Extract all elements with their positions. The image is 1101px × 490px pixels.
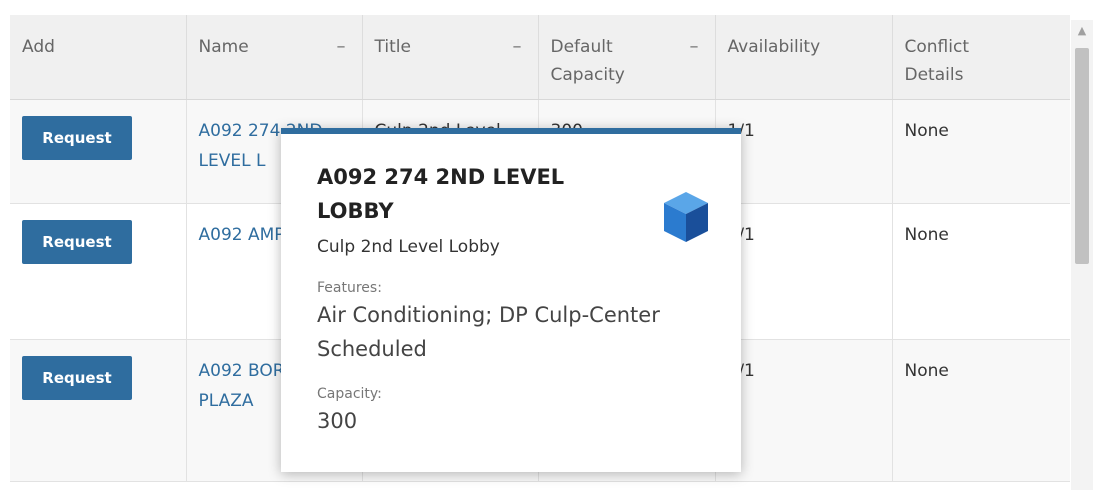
column-header-availability: Availability: [715, 15, 893, 100]
column-header-conflict: Conflict Details: [892, 15, 1070, 100]
cube-icon: [664, 192, 708, 242]
popup-title: A092 274 2ND LEVEL LOBBY: [317, 165, 565, 223]
features-value: Air Conditioning; DP Culp-Center Schedul…: [317, 303, 660, 361]
scroll-up-icon[interactable]: ▲: [1071, 20, 1093, 42]
sort-icon[interactable]: –: [513, 33, 522, 61]
column-header-name[interactable]: Name –: [186, 15, 363, 100]
scrollbar-thumb[interactable]: [1075, 48, 1089, 264]
capacity-label: Capacity:: [317, 386, 382, 402]
request-button[interactable]: Request: [22, 219, 132, 264]
availability-cell: 1/1: [715, 339, 893, 482]
capacity-value: 300: [317, 409, 358, 433]
conflict-cell: None: [892, 99, 1070, 204]
sort-icon[interactable]: –: [337, 33, 346, 61]
add-cell: Request: [10, 99, 187, 204]
conflict-cell: None: [892, 203, 1070, 340]
location-details-popup: A092 274 2ND LEVEL LOBBY Culp 2nd Level …: [281, 128, 741, 472]
popup-subtitle: Culp 2nd Level Lobby: [317, 237, 500, 257]
column-header-capacity[interactable]: Default Capacity –: [538, 15, 716, 100]
conflict-cell: None: [892, 339, 1070, 482]
sort-icon[interactable]: –: [690, 33, 699, 61]
availability-cell: 1/1: [715, 203, 893, 340]
features-label: Features:: [317, 280, 382, 296]
availability-cell: 1/1: [715, 99, 893, 204]
table-header-row: Add Name – Title – Default Capacity – Avail…: [10, 15, 1070, 100]
column-header-add: Add: [10, 15, 187, 100]
add-cell: Request: [10, 339, 187, 482]
column-header-title[interactable]: Title –: [362, 15, 539, 100]
request-button[interactable]: Request: [22, 355, 132, 400]
add-cell: Request: [10, 203, 187, 340]
vertical-scrollbar[interactable]: ▲: [1071, 20, 1093, 490]
request-button[interactable]: Request: [22, 115, 132, 160]
